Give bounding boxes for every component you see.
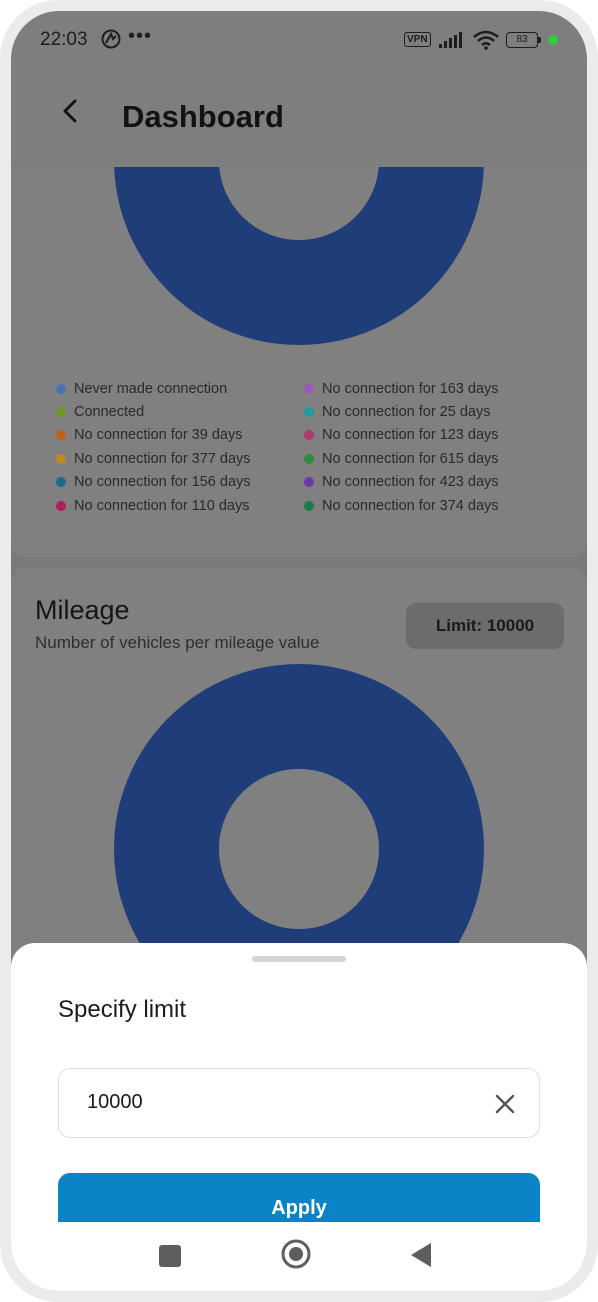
screen: 22:03 ••• VPN 83 Dashboard Never made co… [11, 11, 587, 1291]
legend-dot [304, 407, 314, 418]
legend-dot [56, 477, 66, 488]
legend-label: No connection for 423 days [322, 474, 499, 491]
legend-item: No connection for 615 days [304, 449, 552, 468]
legend-dot [56, 383, 66, 394]
connection-status-card: Never made connection No connection for 1… [11, 11, 587, 557]
legend-label: Connected [74, 404, 145, 421]
legend-label: No connection for 615 days [322, 450, 499, 467]
legend-item: No connection for 163 days [304, 379, 552, 398]
wifi-icon [473, 30, 499, 50]
legend-label: No connection for 374 days [322, 497, 499, 514]
sheet-title: Specify limit [58, 996, 187, 1023]
legend-dot [56, 430, 66, 441]
page-title: Dashboard [122, 99, 284, 134]
legend-item: No connection for 123 days [304, 426, 552, 445]
signal-icon [439, 32, 462, 48]
legend-dot [56, 453, 66, 464]
legend-dot [304, 453, 314, 464]
legend-item: No connection for 39 days [56, 426, 304, 445]
home-circle-icon[interactable] [281, 1239, 311, 1269]
limit-input[interactable] [87, 1091, 467, 1114]
app-bar: Dashboard [11, 69, 587, 167]
mileage-title: Mileage [35, 595, 130, 625]
phone-frame: 22:03 ••• VPN 83 Dashboard Never made co… [0, 0, 598, 1302]
vpn-icon: VPN [404, 32, 431, 47]
legend-dot [304, 430, 314, 441]
recents-square-icon[interactable] [159, 1245, 181, 1267]
connection-legend: Never made connection No connection for 1… [56, 379, 556, 515]
legend-dot [304, 383, 314, 394]
legend-item: No connection for 374 days [304, 496, 552, 515]
legend-label: Never made connection [74, 380, 228, 397]
status-bar: 22:03 ••• VPN 83 [11, 11, 587, 69]
legend-item: No connection for 423 days [304, 473, 552, 492]
legend-dot [304, 500, 314, 511]
system-nav-bar [11, 1222, 587, 1291]
sheet-drag-handle[interactable] [252, 956, 346, 962]
legend-label: No connection for 156 days [74, 474, 251, 491]
legend-label: No connection for 123 days [322, 427, 499, 444]
legend-dot [56, 500, 66, 511]
legend-label: No connection for 39 days [74, 427, 243, 444]
legend-item: No connection for 25 days [304, 402, 552, 421]
back-arrow-icon[interactable] [53, 93, 89, 129]
legend-label: No connection for 377 days [74, 450, 251, 467]
privacy-indicator-dot [548, 35, 558, 45]
legend-label: No connection for 25 days [322, 404, 491, 421]
legend-item: Never made connection [56, 379, 304, 398]
legend-label: No connection for 110 days [74, 497, 250, 514]
legend-item: No connection for 156 days [56, 473, 304, 492]
battery-icon: 83 [506, 32, 538, 48]
legend-dot [304, 477, 314, 488]
legend-item: No connection for 110 days [56, 496, 304, 515]
status-time: 22:03 [40, 29, 88, 50]
back-triangle-icon[interactable] [409, 1242, 435, 1268]
legend-item: Connected [56, 402, 304, 421]
mileage-subtitle: Number of vehicles per mileage value [35, 633, 320, 652]
limit-input-field[interactable] [58, 1068, 540, 1138]
clear-icon[interactable] [491, 1090, 519, 1118]
legend-label: No connection for 163 days [322, 380, 499, 397]
legend-item: No connection for 377 days [56, 449, 304, 468]
limit-chip-button[interactable]: Limit: 10000 [406, 603, 564, 649]
battery-tip [538, 37, 541, 43]
more-notifications-icon: ••• [128, 25, 153, 47]
legend-dot [56, 407, 66, 418]
app-notification-icon [101, 29, 121, 49]
